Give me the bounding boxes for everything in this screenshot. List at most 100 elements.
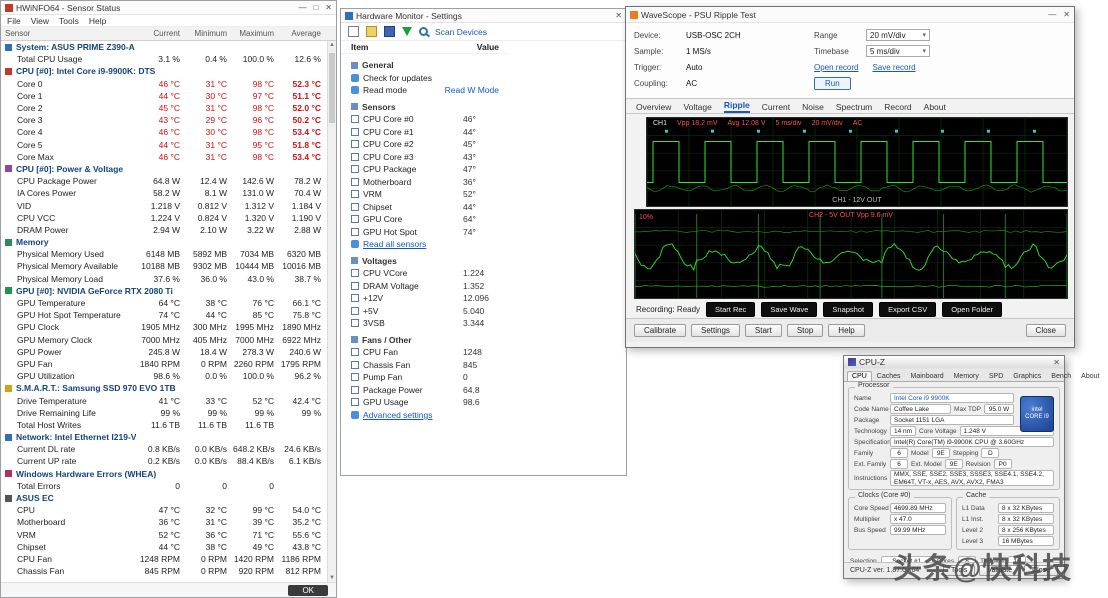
tab-voltage[interactable]: Voltage (683, 102, 711, 113)
sensor-group-row[interactable]: ASUS EC (1, 492, 327, 504)
minimize-icon[interactable]: — (1048, 10, 1056, 19)
menu-help[interactable]: Help (89, 16, 106, 26)
tool-item-row[interactable]: CPU VCore1.224 (341, 267, 509, 280)
sensor-row[interactable]: GPU Fan1840 RPM0 RPM2260 RPM1795 RPM (1, 358, 327, 370)
export-csv-button[interactable]: Export CSV (879, 302, 936, 317)
sensor-row[interactable]: Current DL rate0.8 KB/s0.0 KB/s648.2 KB/… (1, 443, 327, 455)
checkbox[interactable] (351, 361, 359, 369)
tool-item-row[interactable]: DRAM Voltage1.352 (341, 280, 509, 293)
tab-graphics[interactable]: Graphics (1008, 371, 1046, 381)
checkbox[interactable] (351, 165, 359, 173)
tool-item-row[interactable]: Check for updates (341, 72, 509, 85)
save-wave-button[interactable]: Save Wave (761, 302, 817, 317)
checkbox[interactable] (351, 307, 359, 315)
tool-item-row[interactable]: CPU Package47° (341, 163, 509, 176)
tool-item-row[interactable]: GPU Hot Spot74° (341, 226, 509, 239)
download-update-icon[interactable] (402, 27, 412, 36)
tab-noise[interactable]: Noise (802, 102, 824, 113)
snapshot-button[interactable]: Snapshot (823, 302, 873, 317)
new-file-icon[interactable] (348, 26, 359, 37)
sensor-group-row[interactable]: Memory (1, 236, 327, 248)
minimize-icon[interactable]: — (298, 3, 306, 12)
scroll-thumb[interactable] (329, 53, 335, 123)
tool-item-row[interactable]: CPU Core #343° (341, 151, 509, 164)
help-button[interactable]: Help (828, 324, 864, 337)
sensor-row[interactable]: Core 046 °C31 °C98 °C52.3 °C (1, 78, 327, 90)
checkbox[interactable] (351, 282, 359, 290)
scrollbar[interactable]: ▲ ▼ (327, 41, 336, 582)
open-folder-icon[interactable] (366, 26, 377, 37)
close-icon[interactable]: ✕ (325, 3, 332, 12)
checkbox[interactable] (351, 115, 359, 123)
scroll-down-icon[interactable]: ▼ (328, 575, 336, 581)
timebase-select[interactable]: 5 ms/div ▾ (866, 45, 930, 57)
tool-item-row[interactable]: VRM52° (341, 188, 509, 201)
sensor-row[interactable]: Physical Memory Used6148 MB5892 MB7034 M… (1, 248, 327, 260)
sensor-row[interactable]: VRM52 °C36 °C71 °C55.6 °C (1, 529, 327, 541)
checkbox[interactable] (351, 140, 359, 148)
tool-item-row[interactable]: Chassis Fan845 (341, 359, 509, 372)
tool-item-row[interactable]: Read modeRead W Mode (341, 84, 509, 97)
start-rec-button[interactable]: Start Rec (706, 302, 755, 317)
tool-item-row[interactable]: CPU Core #245° (341, 138, 509, 151)
tool-item-row[interactable]: CPU Core #046° (341, 113, 509, 126)
menu-file[interactable]: File (7, 16, 21, 26)
sensor-row[interactable]: CPU VCC1.224 V0.824 V1.320 V1.190 V (1, 212, 327, 224)
run-button[interactable]: Run (814, 77, 851, 90)
sensor-row[interactable]: Chassis Fan845 RPM0 RPM920 RPM812 RPM (1, 565, 327, 577)
sensor-row[interactable]: Physical Memory Load37.6 %36.0 %43.0 %38… (1, 273, 327, 285)
checkbox[interactable] (351, 203, 359, 211)
sensor-row[interactable]: Core Max46 °C31 °C98 °C53.4 °C (1, 151, 327, 163)
tab-memory[interactable]: Memory (949, 371, 984, 381)
tab-mainboard[interactable]: Mainboard (906, 371, 949, 381)
tool-item-row[interactable]: GPU Core64° (341, 213, 509, 226)
start-button[interactable]: Start (745, 324, 782, 337)
sensor-row[interactable]: Total CPU Usage3.1 %0.4 %100.0 %12.6 % (1, 53, 327, 65)
maximize-icon[interactable]: □ (313, 3, 318, 12)
tool-item-row[interactable]: CPU Core #144° (341, 126, 509, 139)
menu-view[interactable]: View (31, 16, 49, 26)
sensor-row[interactable]: Current UP rate0.2 KB/s0.0 KB/s88.4 KB/s… (1, 455, 327, 467)
menu-tools[interactable]: Tools (59, 16, 79, 26)
tool-item-row[interactable]: +12V12.096 (341, 292, 509, 305)
close-icon[interactable]: ✕ (615, 11, 622, 20)
open-folder-button[interactable]: Open Folder (942, 302, 1002, 317)
sensor-row[interactable]: VID1.218 V0.812 V1.312 V1.184 V (1, 199, 327, 211)
tab-spectrum[interactable]: Spectrum (836, 102, 872, 113)
sensor-group-row[interactable]: CPU [#0]: Power & Voltage (1, 163, 327, 175)
tab-ripple[interactable]: Ripple (724, 100, 750, 113)
tool-item-row[interactable]: 3VSB3.344 (341, 317, 509, 330)
tool-item-row[interactable]: Pump Fan0 (341, 371, 509, 384)
sensor-row[interactable]: Core 343 °C29 °C96 °C50.2 °C (1, 114, 327, 126)
tab-bench[interactable]: Bench (1046, 371, 1076, 381)
tool-item-row[interactable]: Motherboard36° (341, 176, 509, 189)
sensor-row[interactable]: Motherboard36 °C31 °C39 °C35.2 °C (1, 516, 327, 528)
checkbox[interactable] (351, 215, 359, 223)
sensor-group-row[interactable]: System: ASUS PRIME Z390-A (1, 41, 327, 53)
sensor-row[interactable]: Core 144 °C30 °C97 °C51.1 °C (1, 90, 327, 102)
checkbox[interactable] (351, 348, 359, 356)
sensor-table[interactable]: System: ASUS PRIME Z390-ATotal CPU Usage… (1, 41, 327, 582)
sensor-group-row[interactable]: CPU [#0]: Intel Core i9-9900K: DTS (1, 65, 327, 77)
save-icon[interactable] (384, 26, 395, 37)
tool-item-row[interactable]: Read all sensors (341, 238, 509, 251)
scan-devices-button[interactable]: Scan Devices (435, 27, 487, 37)
sensor-group-row[interactable]: Windows Hardware Errors (WHEA) (1, 468, 327, 480)
sensor-row[interactable]: CPU Fan1248 RPM0 RPM1420 RPM1186 RPM (1, 553, 327, 565)
sensor-row[interactable]: DRAM Power2.94 W2.10 W3.22 W2.88 W (1, 224, 327, 236)
checkbox[interactable] (351, 178, 359, 186)
checkbox[interactable] (351, 190, 359, 198)
sensor-row[interactable]: CPU47 °C32 °C99 °C54.0 °C (1, 504, 327, 516)
sensor-row[interactable]: Chipset44 °C38 °C49 °C43.8 °C (1, 541, 327, 553)
tool-list[interactable]: GeneralCheck for updatesRead modeRead W … (341, 54, 626, 422)
tool-item-row[interactable]: +5V5.040 (341, 305, 509, 318)
tool-item-row[interactable]: CPU Fan1248 (341, 346, 509, 359)
tool-item-row[interactable]: GPU Usage98.6 (341, 396, 509, 409)
sensor-row[interactable]: GPU Utilization98.6 %0.0 %100.0 %96.2 % (1, 370, 327, 382)
checkbox[interactable] (351, 128, 359, 136)
sensor-row[interactable]: Total Host Writes11.6 TB11.6 TB11.6 TB (1, 419, 327, 431)
tab-cpu[interactable]: CPU (847, 371, 872, 381)
sensor-row[interactable]: GPU Memory Clock7000 MHz405 MHz7000 MHz6… (1, 334, 327, 346)
sensor-row[interactable]: Core 544 °C31 °C95 °C51.8 °C (1, 139, 327, 151)
sensor-row[interactable]: Core 245 °C31 °C98 °C52.0 °C (1, 102, 327, 114)
